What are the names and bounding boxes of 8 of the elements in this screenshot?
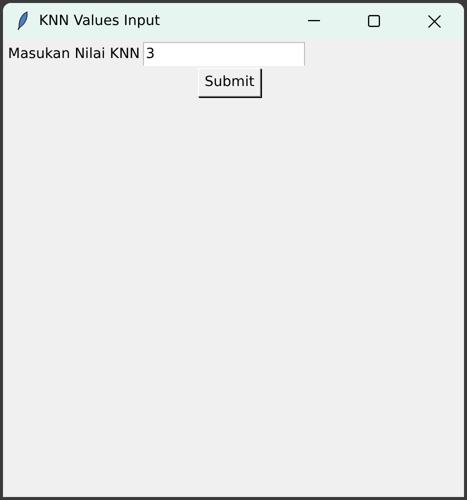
feather-icon — [17, 11, 29, 31]
maximize-icon — [368, 15, 380, 27]
close-icon — [428, 14, 440, 28]
field-label: Masukan Nilai KNN — [8, 44, 140, 64]
minimize-icon — [308, 20, 320, 22]
window-title: KNN Values Input — [39, 12, 160, 30]
submit-button[interactable]: Submit — [198, 68, 262, 97]
knn-input[interactable]: 3 — [142, 42, 305, 66]
